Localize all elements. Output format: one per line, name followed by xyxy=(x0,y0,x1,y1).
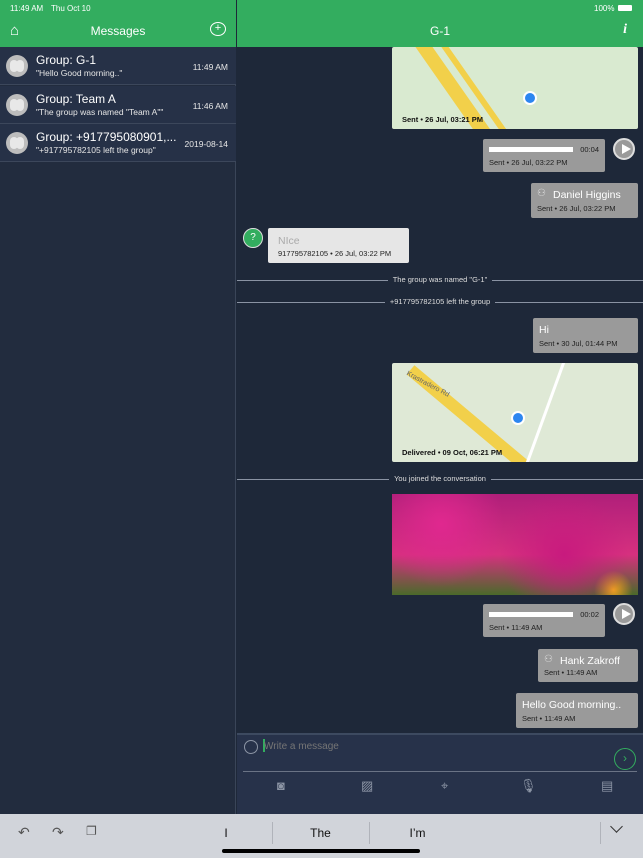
location-message[interactable]: Krastradero Rd Delivered • 09 Oct, 06:21… xyxy=(392,363,638,462)
conversation-item[interactable]: Group: +917795080901,... "+917795782105 … xyxy=(0,124,236,162)
contact-name: Daniel Higgins xyxy=(553,189,621,201)
suggestion[interactable]: I xyxy=(180,826,272,840)
undo-icon[interactable]: ↶ xyxy=(18,824,30,841)
suggestion[interactable]: I’m xyxy=(369,826,466,840)
system-message: +917795782105 left the group xyxy=(237,297,643,307)
message-text: Hi xyxy=(539,324,549,336)
home-indicator xyxy=(222,849,420,853)
audio-message[interactable]: 00:02 Sent • 11:49 AM xyxy=(483,604,605,637)
play-button[interactable] xyxy=(613,138,635,160)
audio-duration: 00:04 xyxy=(580,145,599,154)
system-message: You joined the conversation xyxy=(237,474,643,484)
contact-icon: ⚇ xyxy=(537,188,546,199)
gallery-icon[interactable]: ▨ xyxy=(361,778,373,794)
message-meta: 917795782105 • 26 Jul, 03:22 PM xyxy=(278,249,392,258)
info-icon[interactable]: i xyxy=(623,22,627,38)
message-meta: Sent • 26 Jul, 03:21 PM xyxy=(402,115,483,124)
conversation-name: Group: Team A xyxy=(36,92,116,106)
battery-icon xyxy=(618,5,632,11)
status-time: 11:49 AM xyxy=(10,4,44,13)
timer-icon[interactable] xyxy=(244,740,258,754)
conversation-time: 11:46 AM xyxy=(192,101,228,111)
status-bar: 11:49 AM Thu Oct 10 100% xyxy=(0,0,643,16)
image-message[interactable] xyxy=(392,494,638,595)
message-text: Hello Good morning.. xyxy=(522,699,622,711)
sent-message[interactable]: Hi Sent • 30 Jul, 01:44 PM xyxy=(533,318,638,353)
conversation-preview: "The group was named "Team A"" xyxy=(36,107,164,117)
sidebar-title: Messages xyxy=(90,24,146,38)
group-avatar xyxy=(6,94,28,116)
contact-name: Hank Zakroff xyxy=(560,655,620,667)
redo-icon[interactable]: ↷ xyxy=(52,824,64,841)
conversation-name: Group: +917795080901,... xyxy=(36,130,177,144)
audio-progress xyxy=(489,612,573,617)
conversation-sidebar: ⌂ Messages + Group: G-1 "Hello Good morn… xyxy=(0,0,236,814)
group-avatar xyxy=(6,132,28,154)
conversation-preview: "Hello Good morning.." xyxy=(36,68,123,78)
message-meta: Sent • 11:49 AM xyxy=(489,623,543,632)
message-meta: Sent • 26 Jul, 03:22 PM xyxy=(489,158,568,167)
compose-bar: › ◙ ▨ ⌖ 🎙 ▤ xyxy=(237,733,643,814)
message-meta: Delivered • 09 Oct, 06:21 PM xyxy=(402,448,503,457)
conversation-item[interactable]: Group: G-1 "Hello Good morning.." 11:49 … xyxy=(0,47,236,85)
conversation-preview: "+917795782105 left the group" xyxy=(36,145,156,155)
suggestion[interactable]: The xyxy=(272,826,369,840)
received-message[interactable]: NIce 917795782105 • 26 Jul, 03:22 PM xyxy=(268,228,409,263)
system-message: The group was named "G-1" xyxy=(237,275,643,285)
message-meta: Sent • 11:49 AM xyxy=(522,714,576,723)
camera-icon[interactable]: ◙ xyxy=(277,778,285,793)
paste-icon[interactable]: ❐ xyxy=(86,824,97,838)
status-date: Thu Oct 10 xyxy=(51,4,91,13)
message-meta: Sent • 11:49 AM xyxy=(544,668,598,677)
conversation-time: 11:49 AM xyxy=(192,62,228,72)
audio-message[interactable]: 00:04 Sent • 26 Jul, 03:22 PM xyxy=(483,139,605,172)
new-message-icon[interactable]: + xyxy=(210,22,226,36)
chat-title: G-1 xyxy=(429,24,450,38)
message-meta: Sent • 26 Jul, 03:22 PM xyxy=(537,204,616,213)
location-icon[interactable]: ⌖ xyxy=(441,778,448,794)
contact-card-icon[interactable]: ▤ xyxy=(601,778,613,794)
message-text: NIce xyxy=(278,235,300,247)
chevron-down-icon[interactable] xyxy=(610,820,623,833)
play-button[interactable] xyxy=(613,603,635,625)
message-meta: Sent • 30 Jul, 01:44 PM xyxy=(539,339,618,348)
audio-duration: 00:02 xyxy=(580,610,599,619)
location-pin-icon xyxy=(523,91,537,105)
audio-progress xyxy=(489,147,573,152)
contact-icon: ⚇ xyxy=(544,654,553,665)
contact-message[interactable]: ⚇ Daniel Higgins Sent • 26 Jul, 03:22 PM xyxy=(531,183,638,218)
send-button[interactable]: › xyxy=(614,748,636,770)
location-pin-icon xyxy=(511,411,525,425)
conversation-time: 2019-08-14 xyxy=(184,139,228,149)
message-input[interactable] xyxy=(264,738,604,754)
group-avatar xyxy=(6,55,28,77)
conversation-name: Group: G-1 xyxy=(36,53,97,67)
location-message[interactable]: Sent • 26 Jul, 03:21 PM xyxy=(392,47,638,129)
keyboard-suggestion-bar: ↶ ↷ ❐ I The I’m xyxy=(0,814,643,858)
conversation-item[interactable]: Group: Team A "The group was named "Team… xyxy=(0,86,236,124)
divider xyxy=(243,771,637,772)
battery-level: 100% xyxy=(594,4,615,13)
sent-message[interactable]: Hello Good morning.. Sent • 11:49 AM xyxy=(516,693,638,728)
map-road-label: Krastradero Rd xyxy=(405,370,451,399)
sender-avatar: ? xyxy=(243,228,263,248)
contact-message[interactable]: ⚇ Hank Zakroff Sent • 11:49 AM xyxy=(538,649,638,682)
microphone-icon[interactable]: 🎙 xyxy=(520,778,537,794)
